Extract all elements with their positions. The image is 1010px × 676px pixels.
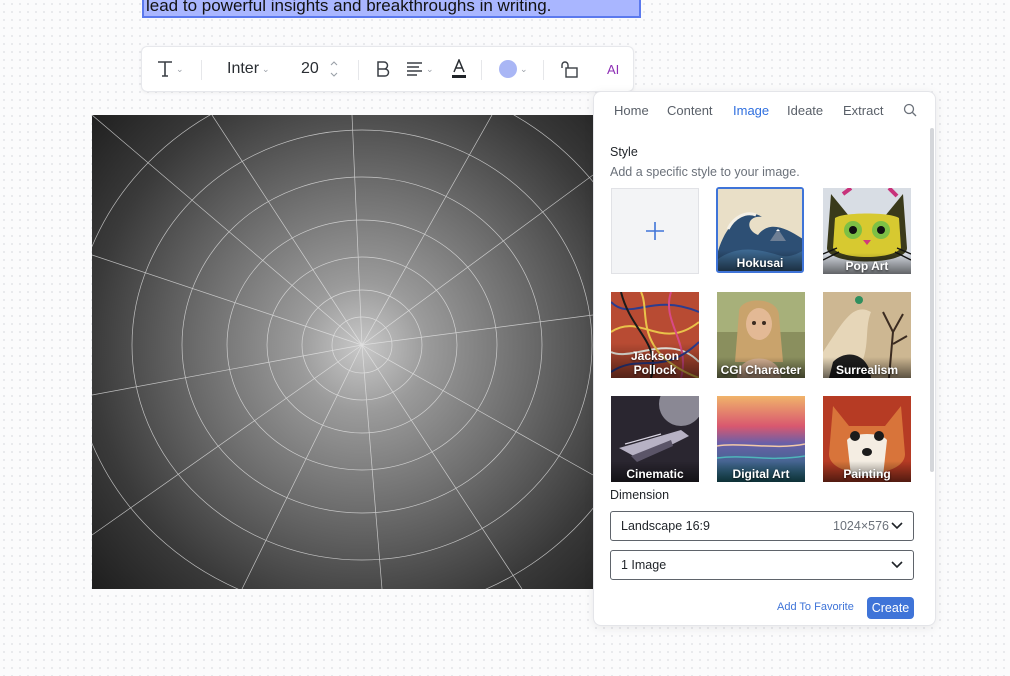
bold-icon: [377, 61, 390, 77]
text-type-icon: [158, 61, 172, 77]
text-style-dropdown[interactable]: ⌄: [157, 47, 184, 91]
ai-image-panel: Home Content Image Ideate Extract Style …: [593, 91, 936, 626]
style-option-label: Jackson Pollock: [611, 343, 699, 378]
bold-button[interactable]: [376, 47, 390, 91]
chevron-down-icon: [891, 522, 903, 530]
style-option-jackson-pollock[interactable]: Jackson Pollock: [611, 292, 699, 378]
image-count-select[interactable]: 1 Image: [610, 550, 914, 580]
font-size-stepper[interactable]: 20: [301, 47, 339, 91]
style-option-label: Surrealism: [823, 357, 911, 378]
font-family-label: Inter: [227, 60, 260, 77]
tab-home[interactable]: Home: [614, 103, 649, 118]
chevron-down-icon: [891, 561, 903, 569]
create-button[interactable]: Create: [867, 597, 914, 619]
style-option-label: CGI Character: [717, 357, 805, 378]
text-format-toolbar: ⌄ Inter ⌄ 20 ⌄ ⌄ AI: [141, 46, 634, 92]
style-option-painting[interactable]: Painting: [823, 396, 911, 482]
unlock-icon: [561, 61, 578, 78]
style-option-cinematic[interactable]: Cinematic: [611, 396, 699, 482]
add-style-button[interactable]: [611, 188, 699, 274]
generated-image[interactable]: [92, 115, 593, 589]
tab-extract[interactable]: Extract: [843, 103, 883, 118]
fill-color-dropdown[interactable]: ⌄: [499, 47, 528, 91]
style-section-title: Style: [610, 145, 638, 159]
style-option-label: Painting: [823, 461, 911, 482]
selected-text-block[interactable]: lead to powerful insights and breakthrou…: [142, 0, 641, 18]
stepper-arrows-icon: [330, 61, 338, 77]
chevron-down-icon: ⌄: [262, 63, 270, 74]
selected-text: lead to powerful insights and breakthrou…: [146, 0, 552, 15]
style-option-digital-art[interactable]: Digital Art: [717, 396, 805, 482]
ai-button[interactable]: AI: [607, 47, 619, 91]
lock-button[interactable]: [560, 47, 578, 91]
dimension-select[interactable]: Landscape 16:9 1024×576: [610, 511, 914, 541]
style-section-subtitle: Add a specific style to your image.: [610, 165, 800, 179]
chevron-down-icon: ⌄: [520, 63, 528, 74]
text-color-button[interactable]: [451, 47, 467, 91]
search-icon[interactable]: [903, 103, 917, 117]
dimension-section-title: Dimension: [610, 488, 670, 502]
dimension-size: 1024×576: [833, 519, 889, 533]
style-option-label: Hokusai: [718, 250, 802, 271]
chevron-down-icon: ⌄: [426, 63, 434, 74]
style-option-pop-art[interactable]: Pop Art: [823, 188, 911, 274]
style-option-label: Cinematic: [611, 461, 699, 482]
align-left-icon: [407, 62, 422, 76]
style-option-hokusai[interactable]: Hokusai: [716, 187, 804, 273]
web-pattern-image: [92, 115, 593, 589]
add-to-favorite-button[interactable]: Add To Favorite: [777, 601, 854, 613]
style-option-surrealism[interactable]: Surrealism: [823, 292, 911, 378]
plus-icon: [646, 222, 664, 240]
panel-scrollbar[interactable]: [930, 128, 934, 472]
panel-tabs: Home Content Image Ideate Extract: [594, 92, 935, 130]
text-color-icon: [452, 59, 466, 78]
style-option-label: Digital Art: [717, 461, 805, 482]
tab-content[interactable]: Content: [667, 103, 713, 118]
tab-ideate[interactable]: Ideate: [787, 103, 823, 118]
image-count-value: 1 Image: [621, 558, 667, 572]
chevron-down-icon: ⌄: [176, 63, 184, 74]
style-option-label: Pop Art: [823, 253, 911, 274]
font-size-value: 20: [301, 60, 319, 77]
ai-label: AI: [607, 61, 620, 77]
style-option-cgi-character[interactable]: CGI Character: [717, 292, 805, 378]
align-dropdown[interactable]: ⌄: [406, 47, 434, 91]
tab-image[interactable]: Image: [733, 103, 769, 118]
dimension-orientation: Landscape 16:9: [621, 519, 710, 533]
font-family-dropdown[interactable]: Inter ⌄: [227, 47, 270, 91]
fill-color-swatch-icon: [499, 60, 517, 78]
